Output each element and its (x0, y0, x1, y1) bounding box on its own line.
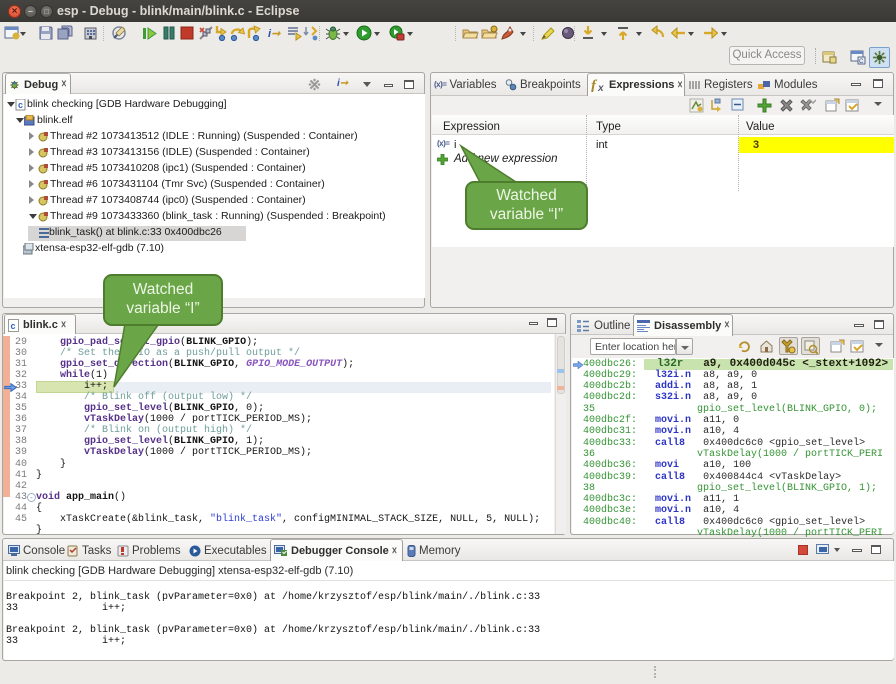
svg-text:x: x (597, 83, 604, 92)
svg-text:C: C (859, 59, 864, 65)
svg-text:f: f (591, 78, 598, 92)
svg-text:c: c (11, 321, 16, 331)
svg-text:c: c (18, 100, 23, 110)
